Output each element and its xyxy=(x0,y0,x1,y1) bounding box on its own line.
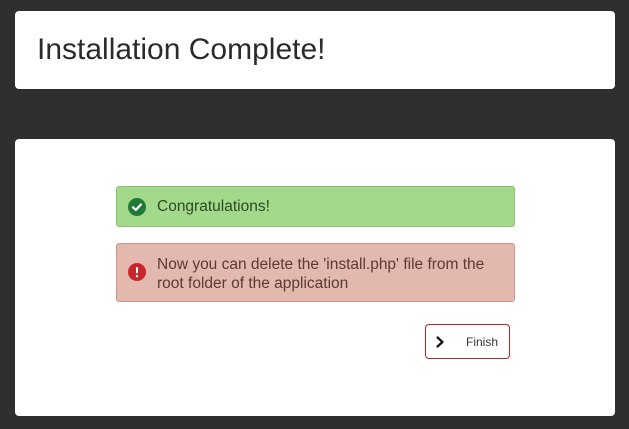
page-title: Installation Complete! xyxy=(37,33,326,66)
chevron-right-icon xyxy=(436,336,444,348)
check-circle-icon xyxy=(128,198,146,216)
success-alert: Congratulations! xyxy=(116,186,515,227)
danger-alert-text: Now you can delete the 'install.php' fil… xyxy=(157,256,485,292)
content-card: Congratulations! Now you can delete the … xyxy=(15,139,615,416)
finish-button-label: Finish xyxy=(466,335,499,349)
danger-alert: Now you can delete the 'install.php' fil… xyxy=(116,243,515,302)
exclamation-circle-icon xyxy=(128,263,146,281)
success-alert-text: Congratulations! xyxy=(157,198,270,215)
finish-button[interactable]: Finish xyxy=(425,324,510,359)
header-card: Installation Complete! xyxy=(15,11,615,89)
